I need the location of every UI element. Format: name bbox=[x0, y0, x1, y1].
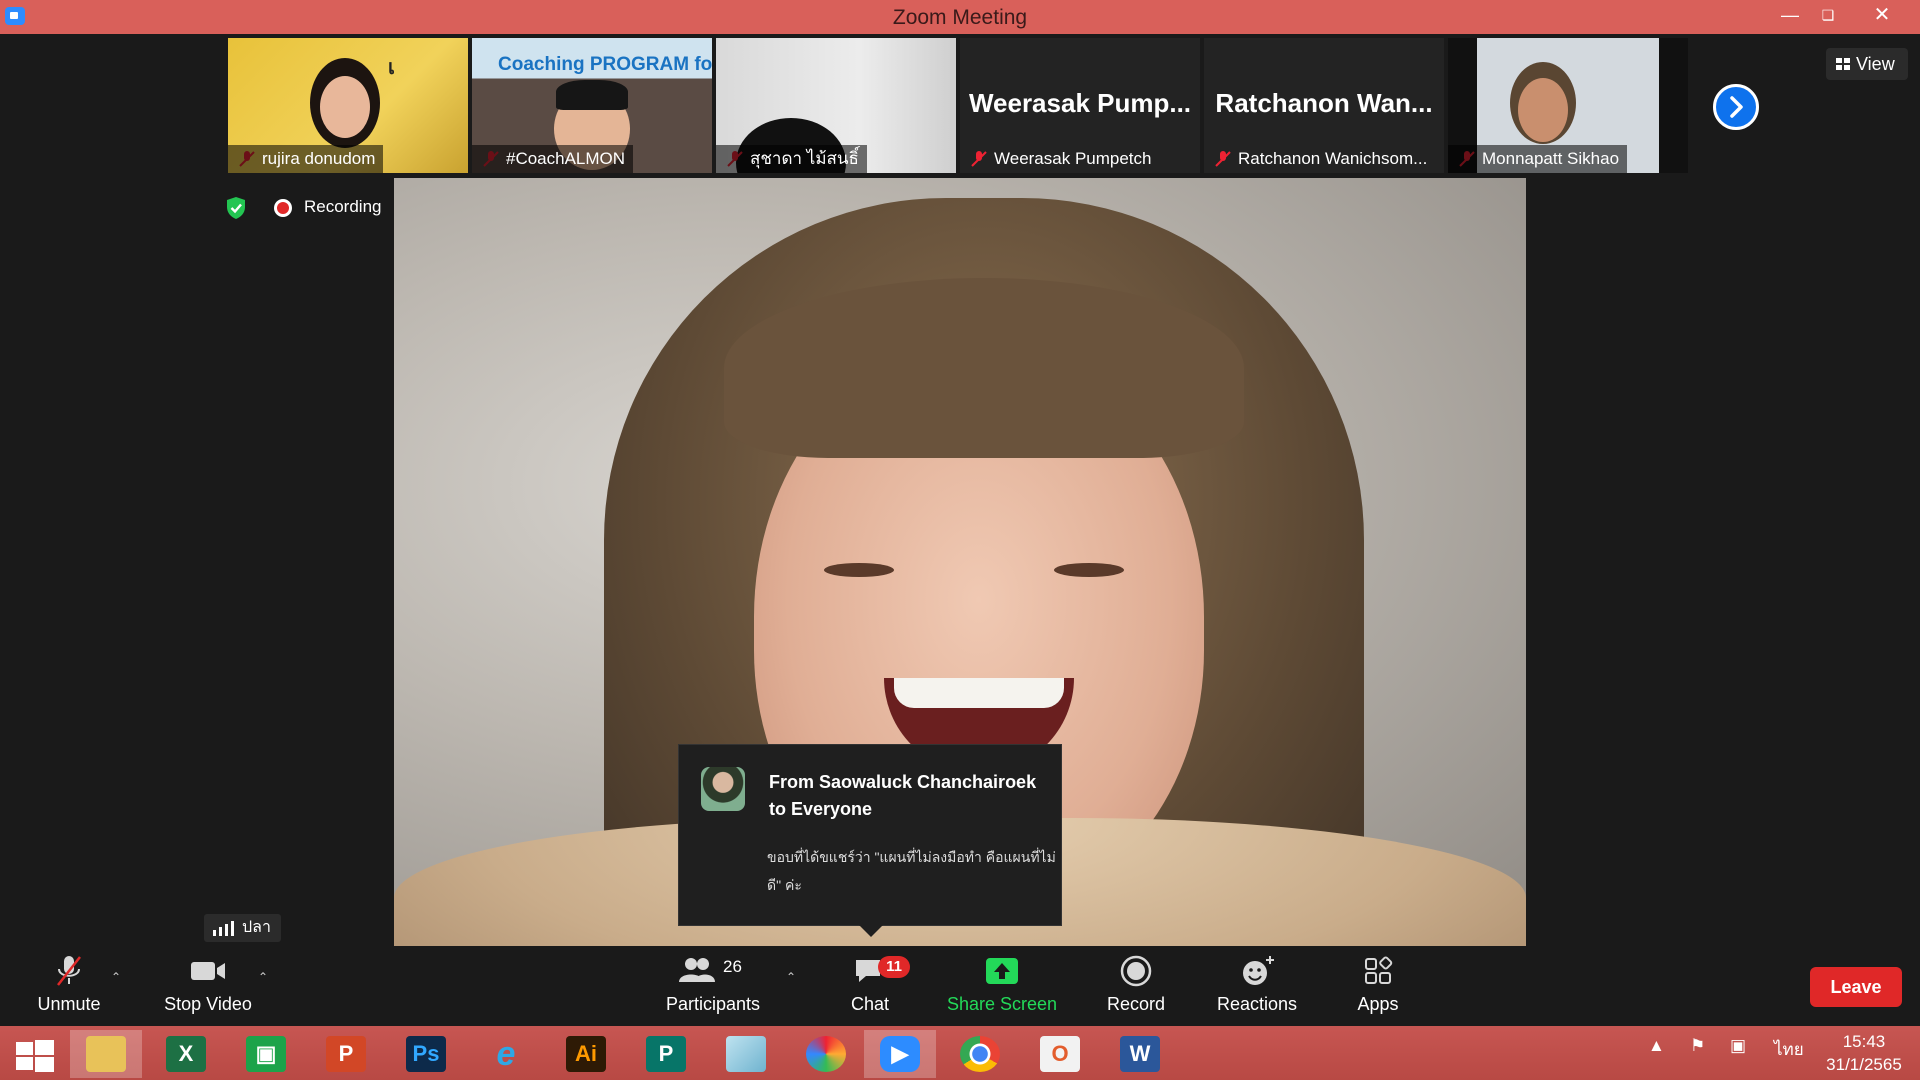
recording-icon bbox=[274, 199, 292, 217]
record-button[interactable]: Record bbox=[1104, 954, 1168, 1015]
maximize-button[interactable]: ❏ bbox=[1806, 0, 1850, 30]
participant-name: Monnapatt Sikhao bbox=[1448, 145, 1628, 173]
leave-button[interactable]: Leave bbox=[1810, 967, 1902, 1007]
close-button[interactable]: ✕ bbox=[1860, 0, 1904, 30]
participant-name: #CoachALMON bbox=[472, 145, 634, 173]
chat-notification[interactable]: From Saowaluck Chanchairoek to Everyone … bbox=[678, 744, 1062, 937]
chat-unread-badge: 11 bbox=[878, 956, 910, 978]
unmute-button[interactable]: Unmute bbox=[30, 954, 108, 1015]
chrome-icon bbox=[960, 1036, 1000, 1072]
avatar bbox=[701, 767, 745, 811]
system-clock[interactable]: 15:43 31/1/2565 bbox=[1814, 1030, 1914, 1076]
participant-tile[interactable]: สุชาดา ไม้สนธิ์ bbox=[716, 38, 956, 173]
participant-name: Weerasak Pumpetch bbox=[994, 149, 1152, 168]
share-screen-icon bbox=[986, 958, 1018, 984]
store-icon: ▣ bbox=[246, 1036, 286, 1072]
participant-tile[interactable]: เ rujira donudom bbox=[228, 38, 468, 173]
taskbar-notepad[interactable] bbox=[710, 1030, 782, 1078]
record-icon bbox=[1120, 955, 1152, 987]
video-camera-icon bbox=[191, 962, 225, 980]
participants-count: 26 bbox=[723, 957, 742, 976]
meeting-toolbar: Unmute ⌃ Stop Video ⌃ 26 Participants ⌃ … bbox=[0, 946, 1920, 1026]
taskbar-file-explorer[interactable] bbox=[70, 1030, 142, 1078]
participants-options-caret[interactable]: ⌃ bbox=[786, 970, 798, 984]
office-icon: O bbox=[1040, 1036, 1080, 1072]
participant-name: Ratchanon Wanichsom... bbox=[1238, 149, 1428, 168]
view-button[interactable]: View bbox=[1826, 48, 1908, 80]
chevron-right-icon bbox=[1730, 96, 1743, 118]
next-page-button[interactable] bbox=[1713, 84, 1759, 130]
windows-taskbar: X ▣ P Ps e Ai P ▶ O W ▲ ⚑ ▣ ไทย 15:43 31… bbox=[0, 1026, 1920, 1080]
participant-name: สุชาดา ไม้สนธิ์ bbox=[716, 145, 867, 173]
audio-options-caret[interactable]: ⌃ bbox=[111, 970, 123, 984]
participants-button[interactable]: 26 Participants bbox=[662, 954, 764, 1015]
apps-button[interactable]: Apps bbox=[1354, 954, 1402, 1015]
taskbar-photoscape[interactable] bbox=[790, 1030, 862, 1078]
taskbar-internet-explorer[interactable]: e bbox=[470, 1030, 542, 1078]
powerpoint-icon: P bbox=[326, 1036, 366, 1072]
chat-message: ขอบที่ได้ขแชร์ว่า "แผนที่ไม่ลงมือทำ คือแ… bbox=[767, 849, 1056, 893]
flag-icon[interactable]: ⚑ bbox=[1690, 1036, 1705, 1056]
share-screen-button[interactable]: Share Screen bbox=[946, 954, 1058, 1015]
participant-tile[interactable]: Coaching PROGRAM for ...er #CoachALMON bbox=[472, 38, 712, 173]
network-icon[interactable]: ▣ bbox=[1730, 1036, 1746, 1056]
reactions-icon bbox=[1243, 956, 1274, 985]
internet-explorer-icon: e bbox=[496, 1035, 516, 1073]
excel-icon: X bbox=[166, 1036, 206, 1072]
reactions-button[interactable]: Reactions bbox=[1214, 954, 1300, 1015]
taskbar-store[interactable]: ▣ bbox=[230, 1030, 302, 1078]
taskbar-excel[interactable]: X bbox=[150, 1030, 222, 1078]
taskbar-photoshop[interactable]: Ps bbox=[390, 1030, 462, 1078]
taskbar-chrome[interactable] bbox=[944, 1030, 1016, 1078]
signal-icon bbox=[213, 921, 234, 936]
participant-big-label: Weerasak Pump... bbox=[968, 88, 1192, 118]
mic-muted-icon bbox=[57, 956, 81, 986]
input-language[interactable]: ไทย bbox=[1774, 1036, 1804, 1063]
windows-logo-icon bbox=[16, 1040, 54, 1072]
taskbar-illustrator[interactable]: Ai bbox=[550, 1030, 622, 1078]
taskbar-zoom[interactable]: ▶ bbox=[864, 1030, 936, 1078]
participant-strip: เ rujira donudom Coaching PROGRAM for ..… bbox=[228, 38, 1692, 173]
video-options-caret[interactable]: ⌃ bbox=[258, 970, 270, 984]
photoscape-icon bbox=[806, 1036, 846, 1072]
network-indicator: ปลา bbox=[204, 914, 281, 942]
tray-expand-icon[interactable]: ▲ bbox=[1648, 1036, 1665, 1056]
apps-icon bbox=[1365, 956, 1393, 984]
participant-name: rujira donudom bbox=[228, 145, 384, 173]
window-title: Zoom Meeting bbox=[892, 6, 1028, 29]
taskbar-word[interactable]: W bbox=[1104, 1030, 1176, 1078]
shield-icon[interactable] bbox=[225, 196, 247, 220]
participants-icon: 26 bbox=[679, 957, 742, 982]
publisher-icon: P bbox=[646, 1036, 686, 1072]
taskbar-office[interactable]: O bbox=[1024, 1030, 1096, 1078]
chat-sender: From Saowaluck Chanchairoek to Everyone bbox=[769, 772, 1037, 819]
participant-tile[interactable]: Monnapatt Sikhao bbox=[1448, 38, 1688, 173]
stop-video-button[interactable]: Stop Video bbox=[160, 954, 256, 1015]
taskbar-publisher[interactable]: P bbox=[630, 1030, 702, 1078]
notepad-icon bbox=[726, 1036, 766, 1072]
participant-big-label: Ratchanon Wan... bbox=[1215, 88, 1433, 118]
word-icon: W bbox=[1120, 1036, 1160, 1072]
folder-icon bbox=[86, 1036, 126, 1072]
photoshop-icon: Ps bbox=[406, 1036, 446, 1072]
participant-tile[interactable]: Ratchanon Wan... Ratchanon Wanichsom... bbox=[1204, 38, 1444, 173]
recording-label: Recording bbox=[304, 197, 382, 216]
taskbar-powerpoint[interactable]: P bbox=[310, 1030, 382, 1078]
start-button[interactable] bbox=[0, 1030, 72, 1078]
title-bar: Zoom Meeting — ❏ ✕ bbox=[0, 0, 1920, 34]
grid-icon bbox=[1836, 58, 1850, 70]
thumbnail-overlay-text: Coaching PROGRAM for ...er bbox=[498, 54, 712, 75]
participant-tile[interactable]: Weerasak Pump... Weerasak Pumpetch bbox=[960, 38, 1200, 173]
zoom-icon: ▶ bbox=[880, 1036, 920, 1072]
illustrator-icon: Ai bbox=[566, 1036, 606, 1072]
